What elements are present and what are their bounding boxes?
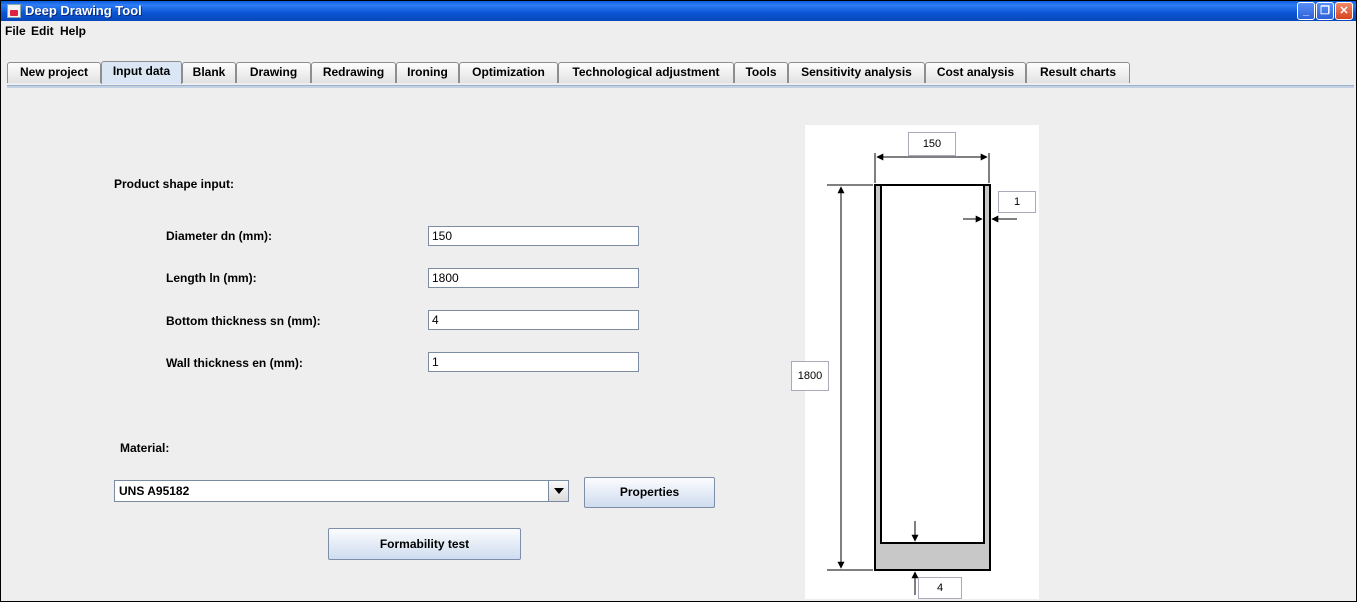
material-label: Material: [120,441,170,455]
product-shape-heading: Product shape input: [114,177,234,191]
tab-cost-analysis[interactable]: Cost analysis [925,62,1026,83]
restore-icon: ❐ [1320,5,1330,17]
wall-thickness-input[interactable]: 1 [428,352,639,372]
length-input[interactable]: 1800 [428,268,639,288]
diameter-label: Diameter dn (mm): [166,229,273,243]
cup-cavity [880,184,985,544]
properties-button[interactable]: Properties [584,477,715,508]
bottom-thickness-input[interactable]: 4 [428,310,639,330]
app-window: Deep Drawing Tool _ ❐ ✕ File Edit Help N… [0,0,1357,602]
material-selected-value: UNS A95182 [119,484,190,498]
tab-new-project[interactable]: New project [7,62,101,83]
tab-drawing[interactable]: Drawing [236,62,311,83]
material-select[interactable]: UNS A95182 [114,480,569,502]
length-dimension-label: 1800 [791,361,829,391]
menu-bar: File Edit Help [1,21,1356,41]
formability-test-button[interactable]: Formability test [328,528,521,560]
tab-technological-adjustment[interactable]: Technological adjustment [558,62,734,83]
close-button[interactable]: ✕ [1335,2,1353,20]
minimize-icon: _ [1302,5,1310,17]
maximize-button[interactable]: ❐ [1316,2,1334,20]
close-icon: ✕ [1339,5,1349,17]
title-bar[interactable]: Deep Drawing Tool _ ❐ ✕ [1,1,1356,21]
tab-input-data[interactable]: Input data [101,61,182,84]
chevron-down-icon[interactable] [548,481,568,501]
wall-dimension-label: 1 [998,191,1036,213]
minimize-button[interactable]: _ [1297,2,1315,20]
bottom-thickness-label: Bottom thickness sn (mm): [166,314,321,328]
menu-file[interactable]: File [5,24,26,38]
bottom-dimension-label: 4 [918,577,962,599]
tab-result-charts[interactable]: Result charts [1026,62,1130,83]
product-drawing-panel: 150 1 1800 4 [791,125,1039,599]
menu-help[interactable]: Help [60,24,86,38]
tab-content-border [7,85,1354,88]
menu-edit[interactable]: Edit [31,24,54,38]
tab-sensitivity-analysis[interactable]: Sensitivity analysis [788,62,925,83]
window-title: Deep Drawing Tool [25,3,142,18]
diameter-dimension-label: 150 [908,132,956,156]
tab-blank[interactable]: Blank [182,62,236,83]
tab-bar: New project Input data Blank Drawing Red… [1,42,1356,86]
tab-optimization[interactable]: Optimization [459,62,558,83]
tab-ironing[interactable]: Ironing [396,62,459,83]
wall-thickness-label: Wall thickness en (mm): [166,356,303,370]
java-app-icon [7,4,21,18]
length-label: Length ln (mm): [166,271,257,285]
tab-tools[interactable]: Tools [734,62,788,83]
diameter-input[interactable]: 150 [428,226,639,246]
tab-redrawing[interactable]: Redrawing [311,62,396,83]
